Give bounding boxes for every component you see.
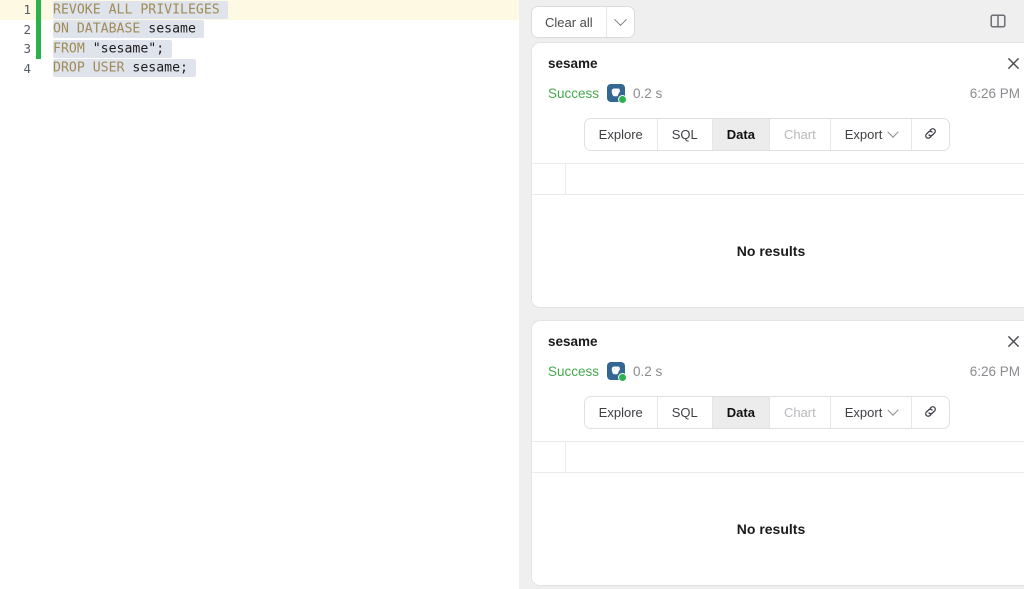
selection-tail bbox=[164, 41, 172, 56]
chevron-down-icon bbox=[613, 12, 627, 26]
selection-highlight: DROP USER sesame; bbox=[53, 59, 196, 78]
tab-sql[interactable]: SQL bbox=[656, 397, 712, 428]
clear-all-button-group[interactable]: Clear all bbox=[531, 6, 635, 38]
result-table-header bbox=[532, 441, 1024, 473]
code-line-text[interactable]: DROP USER sesame; bbox=[41, 59, 519, 79]
link-icon bbox=[923, 404, 938, 422]
result-card-header: sesame Success 0.2 s 6:26 PM bbox=[532, 321, 1024, 382]
postgresql-icon bbox=[607, 362, 628, 382]
selection-tail bbox=[196, 22, 204, 37]
sql-editor-pane[interactable]: 1 REVOKE ALL PRIVILEGES 2 ON DATABASE sesa… bbox=[0, 0, 519, 589]
close-icon[interactable] bbox=[1002, 52, 1024, 74]
selection-highlight: FROM "sesame"; bbox=[53, 39, 173, 58]
code-token: sesame bbox=[148, 21, 196, 37]
code-token: ; bbox=[156, 41, 165, 57]
tab-data[interactable]: Data bbox=[711, 397, 769, 428]
connected-dot bbox=[618, 95, 628, 104]
tab-label: Explore bbox=[598, 405, 643, 420]
results-list[interactable]: sesame Success 0.2 s 6:26 PM Explore SQL… bbox=[519, 42, 1024, 589]
result-tabs-row: Explore SQL Data Chart Export bbox=[532, 382, 1024, 441]
result-tab-group[interactable]: Explore SQL Data Chart Export bbox=[583, 396, 951, 429]
table-row-number-header bbox=[532, 164, 566, 194]
clear-all-dropdown-button[interactable] bbox=[605, 7, 634, 37]
selection-tail bbox=[220, 2, 228, 17]
tab-label: Chart bbox=[783, 405, 816, 420]
results-toolbar: Clear all bbox=[519, 0, 1024, 42]
table-row-number-header bbox=[532, 442, 566, 472]
status-badge: Success bbox=[548, 363, 600, 379]
chevron-down-icon bbox=[887, 404, 899, 416]
tab-label: Explore bbox=[598, 127, 643, 142]
code-token: "sesame" bbox=[92, 41, 157, 57]
result-timestamp: 6:26 PM bbox=[969, 85, 1020, 101]
code-line-text[interactable]: FROM "sesame"; bbox=[41, 39, 519, 59]
line-number: 2 bbox=[23, 21, 31, 37]
code-editor[interactable]: 1 REVOKE ALL PRIVILEGES 2 ON DATABASE sesa… bbox=[0, 0, 519, 78]
selection-highlight: REVOKE ALL PRIVILEGES bbox=[53, 0, 228, 19]
tab-label: Export bbox=[844, 127, 883, 142]
link-icon bbox=[923, 126, 938, 144]
line-number: 3 bbox=[23, 41, 31, 57]
result-card-title: sesame bbox=[548, 56, 598, 71]
result-status-line: Success 0.2 s 6:26 PM bbox=[548, 82, 1020, 104]
result-duration: 0.2 s bbox=[633, 363, 663, 379]
result-card-2: sesame Success 0.2 s 6:26 PM Explore SQL… bbox=[531, 320, 1024, 586]
tab-label: Chart bbox=[783, 127, 816, 142]
code-token: REVOKE ALL PRIVILEGES bbox=[53, 2, 220, 17]
result-status-line: Success 0.2 s 6:26 PM bbox=[548, 360, 1020, 382]
tab-copy-link[interactable] bbox=[911, 397, 950, 428]
code-token: ; bbox=[180, 60, 188, 76]
selection-tail bbox=[188, 61, 196, 76]
code-line[interactable]: 4 DROP USER sesame; bbox=[0, 59, 519, 79]
tab-chart: Chart bbox=[768, 397, 830, 428]
close-icon[interactable] bbox=[1002, 330, 1024, 352]
code-line-text[interactable]: REVOKE ALL PRIVILEGES bbox=[41, 0, 519, 20]
tab-data[interactable]: Data bbox=[711, 119, 769, 150]
tab-chart: Chart bbox=[768, 119, 830, 150]
code-line[interactable]: 1 REVOKE ALL PRIVILEGES bbox=[0, 0, 519, 20]
code-token: sesame bbox=[132, 60, 181, 76]
status-badge: Success bbox=[548, 85, 600, 101]
result-empty-state: No results bbox=[532, 473, 1024, 585]
panel-layout-icon[interactable] bbox=[984, 7, 1012, 35]
code-line[interactable]: 3 FROM "sesame"; bbox=[0, 39, 519, 59]
tab-label: SQL bbox=[671, 127, 698, 142]
postgresql-icon bbox=[607, 84, 628, 104]
result-card-header: sesame Success 0.2 s 6:26 PM bbox=[532, 43, 1024, 104]
result-card-title: sesame bbox=[548, 334, 598, 349]
tab-export[interactable]: Export bbox=[829, 119, 912, 150]
tab-explore[interactable]: Explore bbox=[584, 397, 657, 428]
line-number: 1 bbox=[0, 0, 36, 20]
code-line[interactable]: 2 ON DATABASE sesame bbox=[0, 19, 519, 40]
results-panel: Clear all sesame Success 0.2 s 6:26 PM E… bbox=[519, 0, 1024, 589]
tab-copy-link[interactable] bbox=[911, 119, 950, 150]
result-table-header bbox=[532, 163, 1024, 195]
tab-label: Data bbox=[726, 127, 755, 142]
result-card-1: sesame Success 0.2 s 6:26 PM Explore SQL… bbox=[531, 42, 1024, 308]
code-line-text[interactable]: ON DATABASE sesame bbox=[41, 20, 519, 40]
clear-all-button[interactable]: Clear all bbox=[532, 7, 606, 37]
tab-label: SQL bbox=[671, 405, 698, 420]
selection-highlight: ON DATABASE sesame bbox=[53, 20, 204, 39]
result-duration: 0.2 s bbox=[633, 85, 663, 101]
tab-sql[interactable]: SQL bbox=[656, 119, 712, 150]
code-token: ON DATABASE bbox=[53, 21, 149, 37]
code-token: DROP USER bbox=[53, 60, 133, 76]
table-column-headers bbox=[566, 442, 1024, 472]
tab-label: Data bbox=[726, 405, 755, 420]
result-tab-group[interactable]: Explore SQL Data Chart Export bbox=[583, 118, 951, 151]
table-column-headers bbox=[566, 164, 1024, 194]
code-token: FROM bbox=[53, 41, 93, 57]
tab-explore[interactable]: Explore bbox=[584, 119, 657, 150]
chevron-down-icon bbox=[887, 126, 899, 138]
result-timestamp: 6:26 PM bbox=[969, 363, 1020, 379]
tab-export[interactable]: Export bbox=[829, 397, 912, 428]
no-results-message: No results bbox=[736, 243, 806, 259]
line-number: 4 bbox=[23, 60, 31, 76]
no-results-message: No results bbox=[736, 521, 806, 537]
tab-label: Export bbox=[844, 405, 883, 420]
connected-dot bbox=[618, 373, 628, 382]
result-tabs-row: Explore SQL Data Chart Export bbox=[532, 104, 1024, 163]
result-empty-state: No results bbox=[532, 195, 1024, 307]
